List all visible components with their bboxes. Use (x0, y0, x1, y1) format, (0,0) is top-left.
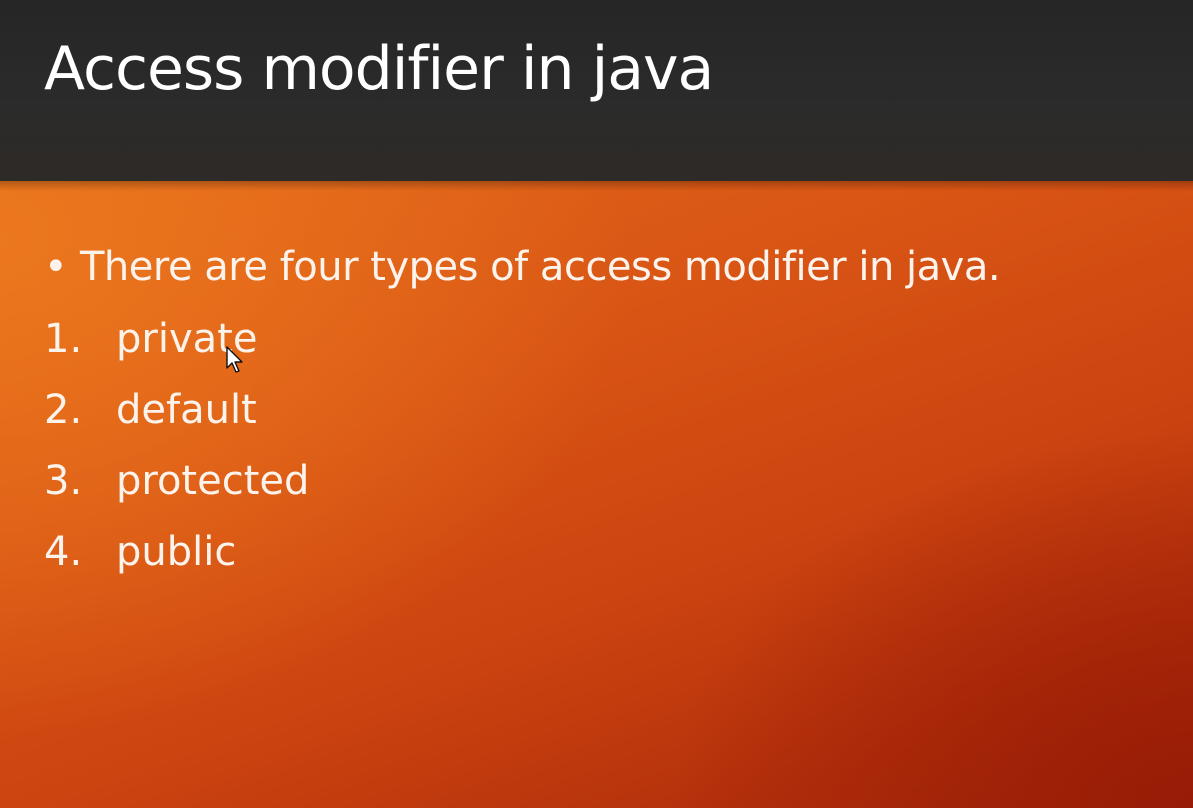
access-modifier-list: 1. private 2. default 3. protected 4. public (44, 316, 309, 600)
list-item-number: 1. (44, 316, 83, 362)
list-item: 1. private (44, 316, 309, 387)
list-item-number: 3. (44, 458, 83, 504)
mouse-pointer-icon (226, 346, 243, 373)
list-item-label: public (116, 529, 237, 575)
bullet-text: There are four types of access modifier … (80, 244, 1001, 290)
list-item: 3. protected (44, 458, 309, 529)
list-item: 4. public (44, 529, 309, 600)
list-item-label: protected (116, 458, 310, 504)
title-band: Access modifier in java (0, 0, 1193, 181)
presentation-slide: Access modifier in java • There are four … (0, 0, 1193, 808)
list-item-number: 4. (44, 529, 83, 575)
list-item-number: 2. (44, 387, 83, 433)
bullet-marker: • (44, 244, 68, 290)
list-item: 2. default (44, 387, 309, 458)
list-item-label: default (116, 387, 257, 433)
slide-title: Access modifier in java (44, 34, 714, 104)
bullet-point: • There are four types of access modifier… (44, 244, 1001, 290)
